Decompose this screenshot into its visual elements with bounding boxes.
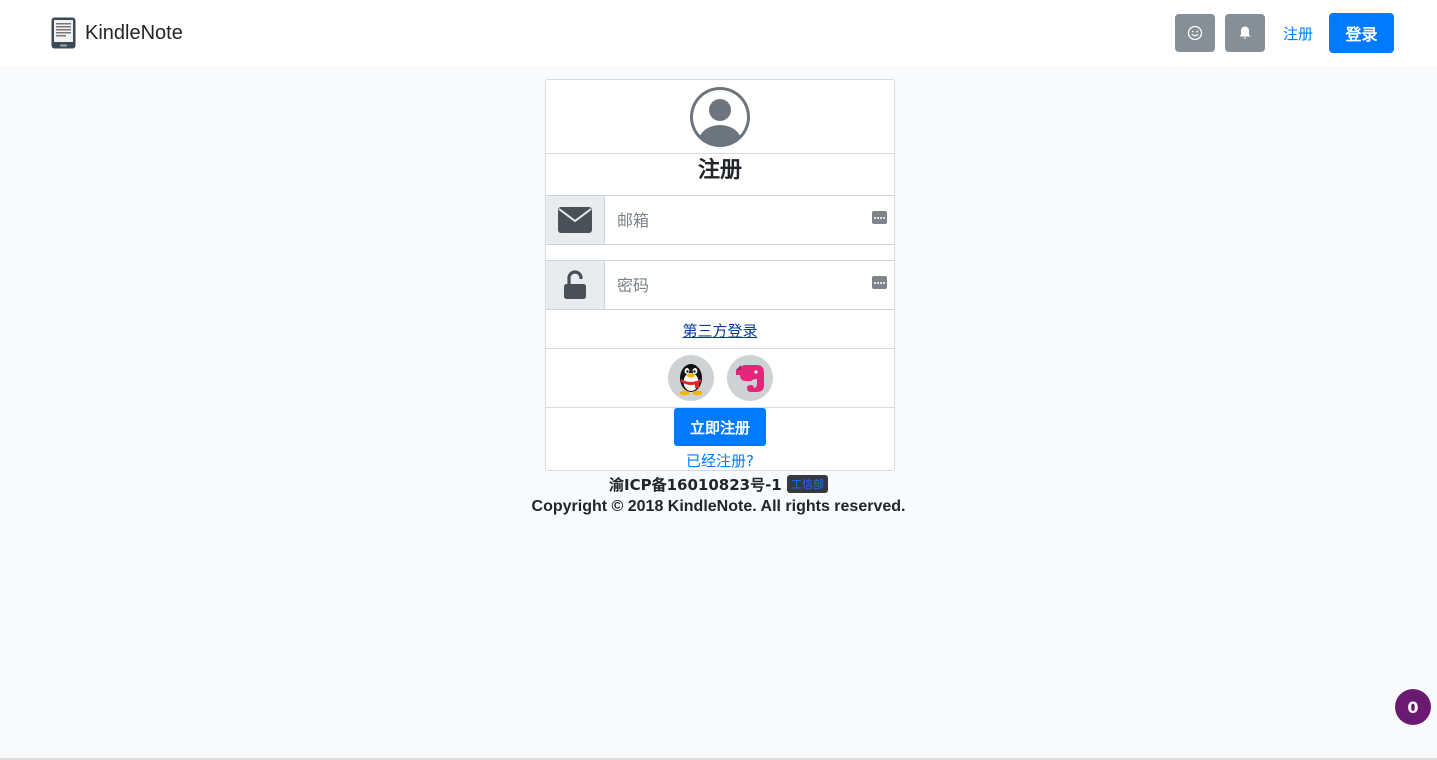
password-field[interactable] <box>605 261 894 309</box>
qq-login-button[interactable] <box>667 355 714 401</box>
icp-text: 渝ICP备16010823号-1 <box>609 476 782 494</box>
icp-record: 渝ICP备16010823号-1 工信部 <box>0 474 1437 495</box>
page-title: 注册 <box>697 158 742 183</box>
email-addon <box>546 196 605 244</box>
navbar-actions: 注册 登录 <box>1174 13 1394 53</box>
password-input-group <box>546 260 894 310</box>
avatar-box <box>546 80 894 154</box>
page: KindleNote 注册 登录 注册 邮箱 第三方登录 立即注册 已经注册? … <box>0 0 1437 760</box>
password-manager-icon[interactable] <box>872 276 887 289</box>
smiley-icon <box>1187 25 1203 41</box>
password-manager-icon[interactable] <box>872 211 887 224</box>
brand-name: KindleNote <box>85 21 183 44</box>
notifications-button[interactable] <box>1224 14 1265 52</box>
top-navbar: KindleNote 注册 登录 <box>0 0 1437 66</box>
already-registered-link[interactable]: 已经注册? <box>546 450 894 471</box>
icp-badge[interactable]: 工信部 <box>786 475 828 493</box>
unlock-icon <box>564 270 586 299</box>
register-now-button[interactable]: 立即注册 <box>674 408 766 446</box>
kindle-icon <box>51 17 76 49</box>
third-party-login-link[interactable]: 第三方登录 <box>546 320 894 341</box>
register-card: 注册 第三方登录 <box>545 79 895 471</box>
counter-badge[interactable]: 0 <box>1395 689 1431 725</box>
emoji-button[interactable] <box>1174 14 1215 52</box>
evernote-elephant-icon <box>735 365 764 392</box>
brand-link[interactable]: KindleNote <box>51 17 183 49</box>
login-button[interactable]: 登录 <box>1329 13 1394 53</box>
evernote-login-button[interactable] <box>726 355 773 401</box>
user-circle-icon <box>690 86 750 147</box>
register-nav-link[interactable]: 注册 <box>1283 23 1313 44</box>
email-input-group <box>546 195 894 245</box>
bell-icon <box>1239 26 1251 39</box>
envelope-icon <box>558 207 592 233</box>
social-login-box <box>546 348 894 408</box>
email-field[interactable] <box>605 196 894 244</box>
password-addon <box>546 261 605 309</box>
copyright: Copyright © 2018 KindleNote. All rights … <box>531 498 906 515</box>
qq-penguin-icon <box>679 364 702 396</box>
